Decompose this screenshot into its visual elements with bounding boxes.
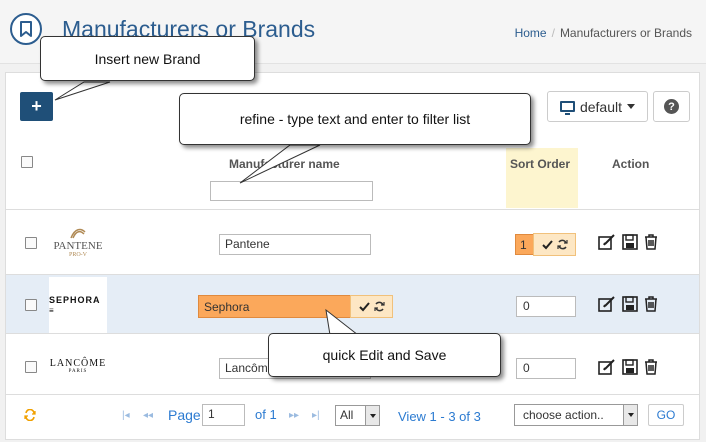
callout-insert-brand: Insert new Brand	[40, 36, 255, 81]
callout-quick-edit: quick Edit and Save	[268, 333, 501, 377]
callout-refine-filter: refine - type text and enter to filter l…	[179, 93, 531, 145]
